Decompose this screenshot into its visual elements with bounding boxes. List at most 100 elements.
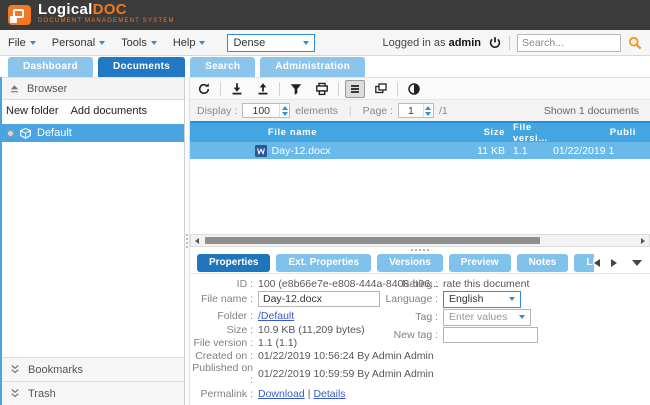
contrast-toggle-button[interactable] [404,80,424,98]
download-button[interactable] [227,80,247,98]
chevron-down-icon [199,41,205,45]
new-tag-label: New tag : [376,329,443,341]
scroll-left-button[interactable] [191,235,203,246]
file-version-label: File version : [190,337,258,349]
column-header-file-version[interactable]: File versi… [505,122,553,144]
permalink-details-link[interactable]: Details [313,388,345,400]
tab-ext-properties[interactable]: Ext. Properties [276,254,371,272]
divider [338,82,339,96]
refresh-icon [197,82,211,96]
page-number-stepper[interactable]: 1 [398,103,434,118]
logout-power-icon[interactable] [488,36,502,50]
trash-section-title: Trash [28,388,56,400]
upload-button[interactable] [253,80,273,98]
collapse-up-icon [9,83,20,94]
double-chevron-down-icon [9,364,21,375]
scroll-right-button[interactable] [637,235,649,246]
column-header-size[interactable]: Size [395,127,505,138]
app-logo: LogicalDOC DOCUMENT MANAGEMENT SYSTEM [38,4,175,27]
tag-select[interactable]: Enter values [443,309,531,326]
permalink-separator: | [308,388,311,400]
created-on-label: Created on : [190,350,258,362]
created-on-value: 01/22/2019 10:56:24 By Admin Admin [258,350,434,362]
menu-help[interactable]: Help [173,37,206,49]
menu-personal[interactable]: Personal [52,37,105,49]
tabs-overflow-menu-icon[interactable] [632,260,642,266]
tab-preview[interactable]: Preview [449,254,511,272]
tab-administration[interactable]: Administration [260,57,365,77]
tag-select-placeholder: Enter values [449,311,507,323]
search-icon[interactable] [628,36,642,50]
print-button[interactable] [312,80,332,98]
tab-dashboard[interactable]: Dashboard [8,57,93,77]
grid-empty-area [190,159,650,234]
menu-personal-label: Personal [52,37,95,49]
elements-label: elements [295,105,338,117]
filter-button[interactable] [286,80,306,98]
tabs-scroll-right-icon[interactable] [611,259,617,267]
chevron-down-icon [303,41,309,45]
page-total: /1 [439,105,448,117]
upload-icon [256,82,270,96]
stepper-arrows[interactable] [279,104,289,117]
detail-tab-bar: Properties Ext. Properties Versions Prev… [190,253,650,273]
stepper-arrows[interactable] [423,104,433,117]
density-select[interactable]: Dense [227,34,315,52]
chevron-down-icon [99,41,105,45]
documents-panel: Display : 100 elements | Page : 1 /1 Sho… [190,77,650,405]
tab-properties[interactable]: Properties [197,254,270,272]
new-folder-button[interactable]: New folder [6,105,59,117]
table-row[interactable]: Day-12.docx 11 KB 1.1 01/22/2019 1 [190,142,650,159]
permalink-download-link[interactable]: Download [258,388,305,400]
word-document-icon [255,145,267,157]
language-select[interactable]: English [443,291,521,308]
column-header-file-name[interactable]: File name [190,127,395,138]
sidebar-section-browser[interactable]: Browser [0,78,184,100]
scrollbar-thumb[interactable] [205,237,540,244]
grid-header-row: File name Size File versi… Publi [190,121,650,142]
refresh-button[interactable] [194,80,214,98]
left-accent-edge [0,77,2,405]
divider [397,82,398,96]
page-number-value: 1 [399,105,423,117]
logo-name-accent: DOC [93,1,127,18]
menu-file-label: File [8,37,26,49]
add-documents-button[interactable]: Add documents [71,105,147,117]
density-select-value: Dense [233,37,265,49]
tree-expand-knob[interactable] [7,130,14,137]
rating-label: Rating : [376,278,443,290]
sidebar-section-bookmarks[interactable]: Bookmarks [0,357,184,381]
tab-documents[interactable]: Documents [98,57,185,77]
username: admin [449,37,481,49]
search-input[interactable] [517,34,621,52]
tab-versions[interactable]: Versions [377,254,443,272]
new-tag-field[interactable] [443,327,538,343]
display-count-stepper[interactable]: 100 [242,103,290,118]
permalink-label: Permalink : [190,388,258,400]
list-view-icon [348,82,362,96]
folder-tree-item-default[interactable]: Default [0,124,184,142]
tab-notes[interactable]: Notes [517,254,569,272]
menu-file[interactable]: File [8,37,36,49]
logo-tagline: DOCUMENT MANAGEMENT SYSTEM [38,16,175,27]
menu-tools-label: Tools [121,37,147,49]
rating-value[interactable]: rate this document [443,278,529,290]
tab-links[interactable]: Links [574,254,594,272]
folder-label: Default [37,127,72,139]
horizontal-scrollbar[interactable] [190,234,650,247]
file-name-field[interactable] [258,291,380,307]
filter-icon [289,82,303,96]
logo-name: Logical [38,1,93,18]
folder-link[interactable]: /Default [258,310,294,322]
sidebar-section-trash[interactable]: Trash [0,381,184,405]
main-tab-bar: Dashboard Documents Search Administratio… [0,56,650,77]
tag-label: Tag : [376,311,443,323]
column-header-published[interactable]: Publi [553,127,650,138]
tabs-scroll-left-icon[interactable] [594,259,600,267]
menu-tools[interactable]: Tools [121,37,157,49]
list-view-button[interactable] [345,80,365,98]
tab-search[interactable]: Search [190,57,255,77]
sidebar: Browser New folder Add documents Default… [0,77,185,405]
gallery-view-button[interactable] [371,80,391,98]
folder-cube-icon [19,127,32,140]
